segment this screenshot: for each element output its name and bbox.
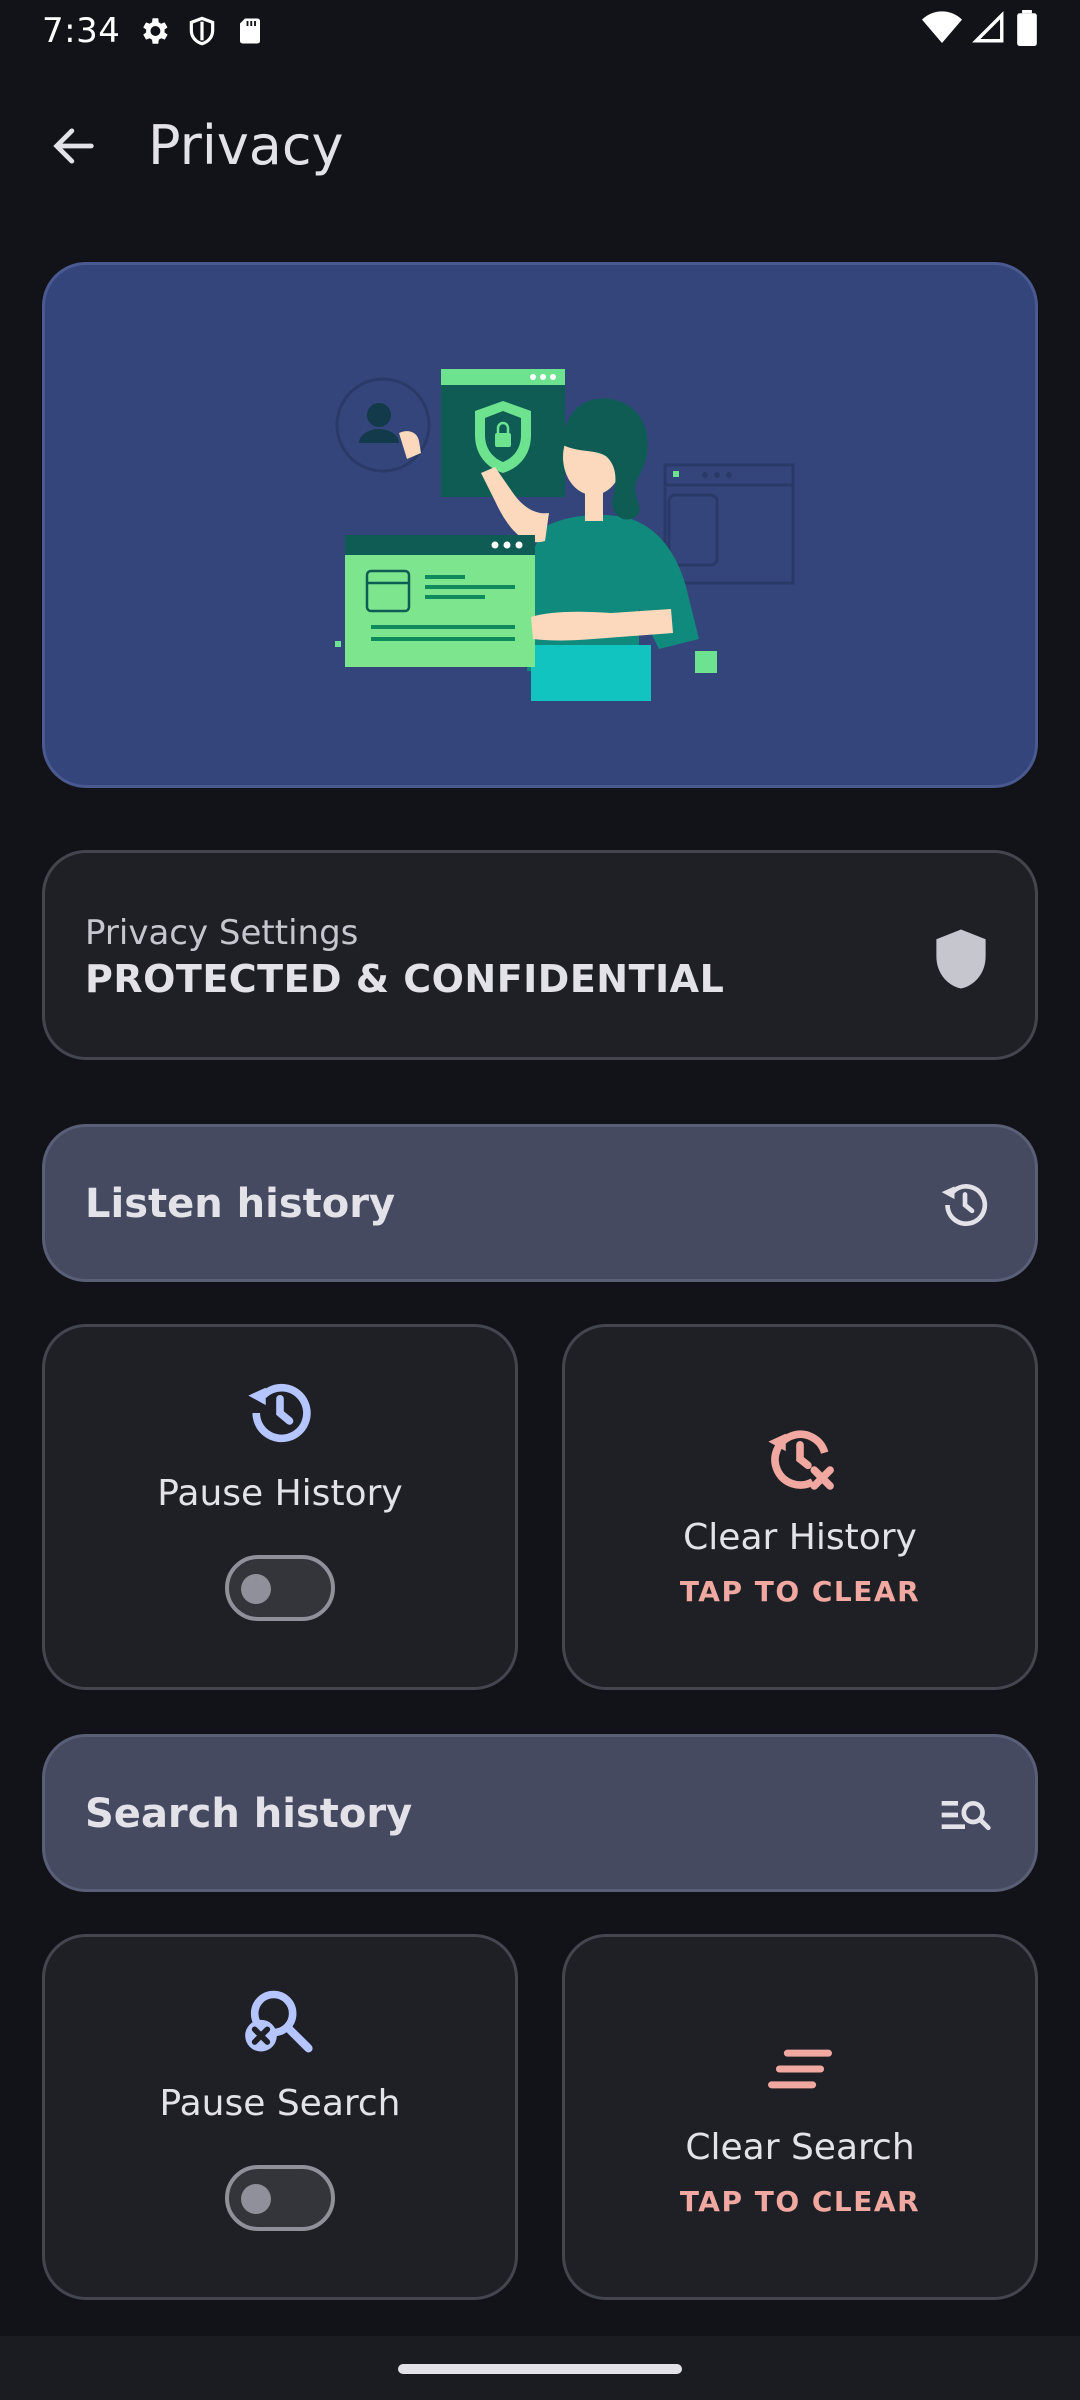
clear-history-label: Clear History bbox=[683, 1517, 917, 1558]
arrow-back-icon bbox=[48, 120, 100, 176]
pause-search-toggle[interactable] bbox=[225, 2165, 335, 2231]
listen-history-header: Listen history bbox=[42, 1124, 1038, 1282]
pause-history-toggle[interactable] bbox=[225, 1555, 335, 1621]
history-clear-icon bbox=[762, 1421, 838, 1497]
clear-history-tile[interactable]: Clear History TAP TO CLEAR bbox=[562, 1324, 1038, 1690]
status-bar: 7:34 bbox=[0, 0, 1080, 62]
signal-icon bbox=[972, 11, 1006, 54]
home-gesture-handle[interactable] bbox=[398, 2364, 682, 2374]
search-history-header: Search history bbox=[42, 1734, 1038, 1892]
shield-icon bbox=[182, 11, 222, 51]
history-icon bbox=[937, 1177, 993, 1233]
clear-search-action: TAP TO CLEAR bbox=[679, 2185, 921, 2218]
manage-search-icon bbox=[937, 1787, 993, 1843]
privacy-illustration bbox=[335, 369, 795, 701]
status-time: 7:34 bbox=[42, 11, 121, 51]
search-history-title: Search history bbox=[85, 1791, 413, 1837]
clear-all-icon bbox=[762, 2031, 838, 2107]
clear-history-action: TAP TO CLEAR bbox=[679, 1575, 921, 1608]
wifi-icon bbox=[922, 11, 962, 54]
privacy-status-text: PROTECTED & CONFIDENTIAL bbox=[85, 957, 725, 1001]
privacy-illustration-banner bbox=[42, 262, 1038, 788]
gear-icon bbox=[134, 11, 174, 51]
shield-icon bbox=[931, 927, 991, 991]
history-icon bbox=[242, 1375, 318, 1451]
back-button[interactable] bbox=[36, 116, 112, 180]
pause-search-tile[interactable]: Pause Search bbox=[42, 1934, 518, 2300]
toggle-knob bbox=[241, 1574, 271, 1604]
toggle-knob bbox=[241, 2184, 271, 2214]
privacy-settings-card[interactable]: Privacy Settings PROTECTED & CONFIDENTIA… bbox=[42, 850, 1038, 1060]
listen-history-title: Listen history bbox=[85, 1181, 396, 1227]
pause-search-label: Pause Search bbox=[159, 2083, 401, 2124]
sd-card-icon bbox=[230, 11, 270, 51]
page-title: Privacy bbox=[148, 114, 344, 177]
pause-history-label: Pause History bbox=[157, 1473, 403, 1514]
app-bar: Privacy bbox=[0, 88, 1080, 208]
pause-history-tile[interactable]: Pause History bbox=[42, 1324, 518, 1690]
clear-search-tile[interactable]: Clear Search TAP TO CLEAR bbox=[562, 1934, 1038, 2300]
privacy-settings-label: Privacy Settings bbox=[85, 913, 359, 953]
battery-icon bbox=[1016, 10, 1038, 55]
search-off-icon bbox=[242, 1985, 318, 2061]
clear-search-label: Clear Search bbox=[685, 2127, 915, 2168]
